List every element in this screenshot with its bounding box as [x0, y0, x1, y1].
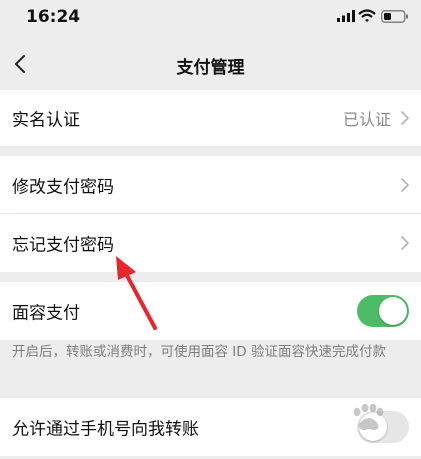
face-pay-toggle[interactable]: [357, 295, 409, 327]
chevron-right-icon: [401, 177, 409, 192]
row-change-payment-password[interactable]: 修改支付密码: [0, 156, 421, 213]
row-label: 面容支付: [12, 303, 80, 324]
row-label: 修改支付密码: [12, 177, 114, 197]
row-face-pay: 面容支付: [0, 282, 421, 340]
battery-icon: [381, 10, 408, 23]
status-bar: 16:24: [0, 0, 421, 36]
row-label: 实名认证: [12, 110, 80, 131]
payment-management-screen: 16:24 支付管理 实名认证 已认证 修改支付密码 忘记支付密码 面容支付 开…: [0, 0, 421, 459]
row-label: 忘记支付密码: [12, 235, 114, 256]
signal-icon: [337, 10, 355, 22]
chevron-right-icon: [401, 111, 409, 125]
row-forgot-payment-password[interactable]: 忘记支付密码: [0, 214, 421, 272]
face-pay-hint: 开启后，转账或消费时，可使用面容 ID 验证面容快速完成付款: [12, 344, 386, 360]
status-time: 16:24: [26, 7, 81, 27]
verification-status: 已认证: [342, 110, 391, 129]
phone-transfer-toggle[interactable]: [357, 411, 409, 443]
row-allow-phone-transfer: 允许通过手机号向我转账: [0, 398, 421, 456]
nav-bar: 支付管理: [0, 40, 421, 88]
wifi-icon: [358, 9, 376, 22]
toggle-knob: [379, 297, 407, 325]
row-real-name-verification[interactable]: 实名认证 已认证: [0, 90, 421, 146]
toggle-knob: [359, 413, 387, 441]
page-title: 支付管理: [176, 58, 245, 78]
chevron-right-icon: [401, 236, 409, 250]
row-label: 允许通过手机号向我转账: [12, 419, 199, 440]
